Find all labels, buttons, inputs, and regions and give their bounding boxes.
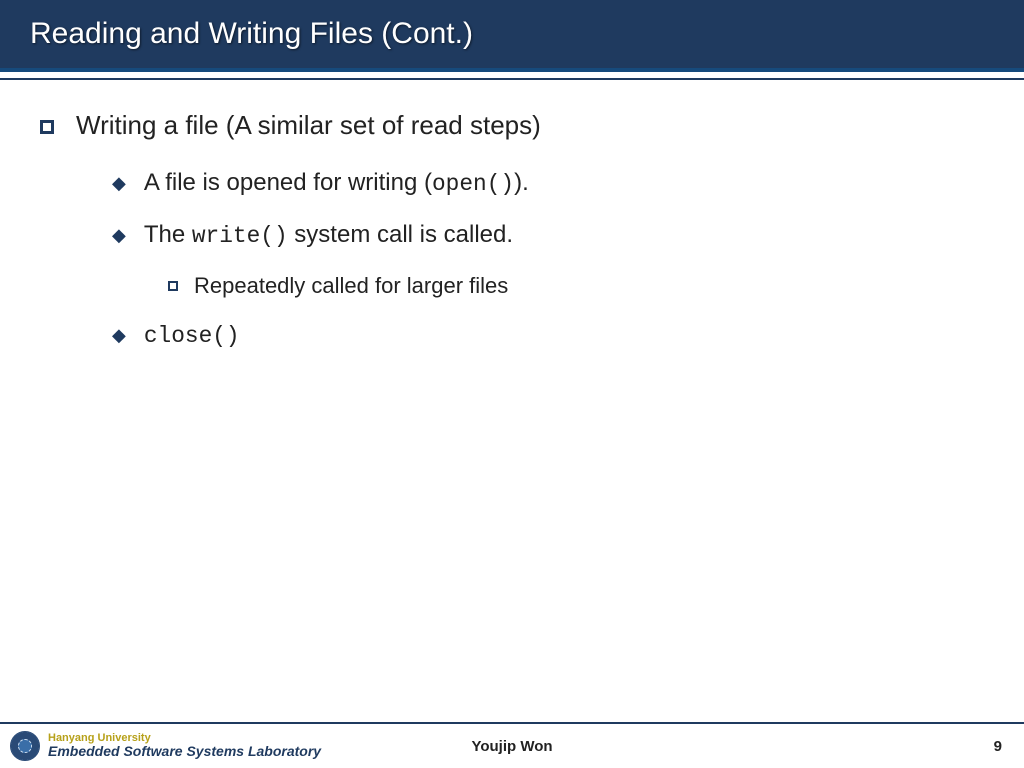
footer-page-number: 9 [994, 738, 1002, 755]
university-seal-icon [10, 731, 40, 761]
slide-body: Writing a file (A similar set of read st… [0, 80, 1024, 722]
bullet-level1: Writing a file (A similar set of read st… [40, 110, 994, 141]
text-fragment: The [144, 221, 192, 248]
diamond-bullet-icon: ◆ [112, 225, 126, 246]
bullet-level1-text: Writing a file (A similar set of read st… [76, 110, 541, 141]
bullet-level2-text: The write() system call is called. [144, 221, 513, 249]
text-fragment: A file is opened for writing ( [144, 169, 432, 196]
text-fragment: system call is called. [288, 221, 513, 248]
slide-title-bar: Reading and Writing Files (Cont.) [0, 0, 1024, 72]
slide: Reading and Writing Files (Cont.) Writin… [0, 0, 1024, 768]
bullet-level2: ◆ A file is opened for writing (open()). [112, 169, 994, 197]
square-bullet-icon [40, 120, 54, 134]
slide-footer: Hanyang University Embedded Software Sys… [0, 722, 1024, 768]
code-write: write() [192, 223, 288, 249]
code-close: close() [144, 323, 240, 349]
footer-lab-text: Hanyang University Embedded Software Sys… [48, 733, 321, 759]
footer-logo-block: Hanyang University Embedded Software Sys… [10, 731, 321, 761]
text-fragment: ). [514, 169, 529, 196]
bullet-level3: Repeatedly called for larger files [168, 273, 994, 299]
code-open: open() [432, 171, 514, 197]
diamond-bullet-icon: ◆ [112, 173, 126, 194]
small-square-bullet-icon [168, 281, 178, 291]
level2-group: ◆ A file is opened for writing (open()).… [112, 169, 994, 349]
bullet-level2-text: close() [144, 321, 240, 349]
bullet-level2: ◆ The write() system call is called. [112, 221, 994, 249]
footer-org-line2: Embedded Software Systems Laboratory [48, 744, 321, 759]
bullet-level2-text: A file is opened for writing (open()). [144, 169, 529, 197]
slide-title: Reading and Writing Files (Cont.) [30, 17, 473, 51]
level3-group: Repeatedly called for larger files [168, 273, 994, 299]
bullet-level3-text: Repeatedly called for larger files [194, 273, 508, 299]
footer-author: Youjip Won [471, 738, 552, 755]
diamond-bullet-icon: ◆ [112, 325, 126, 346]
bullet-level2: ◆ close() [112, 321, 994, 349]
